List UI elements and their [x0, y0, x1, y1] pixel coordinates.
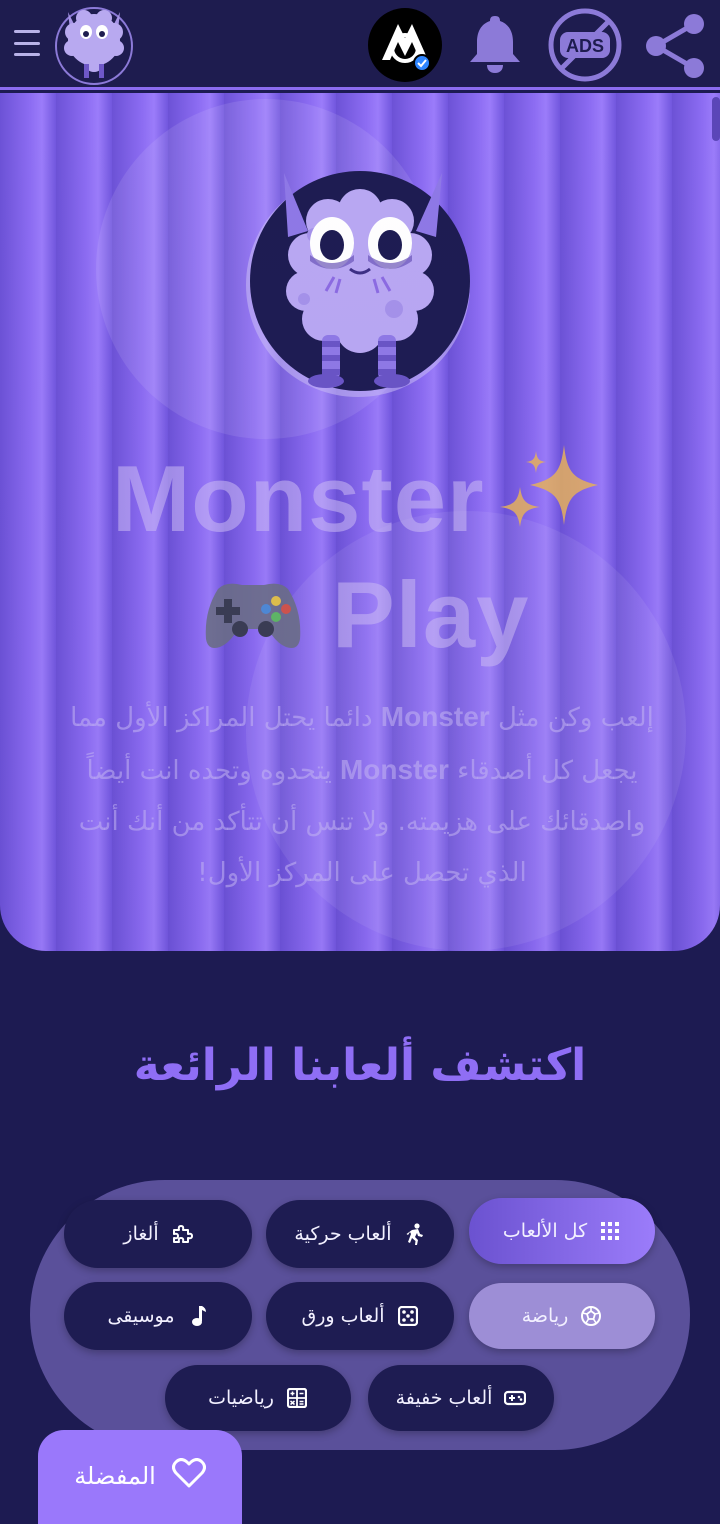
scrollbar-thumb[interactable]	[712, 97, 720, 141]
app-page: ADS Monster Play إلعب وكن مثل Monster دا…	[0, 0, 720, 1524]
no-ads-button[interactable]: ADS	[546, 6, 624, 84]
desc-brand: Monster	[339, 754, 449, 785]
category-casual-games-button[interactable]: ألعاب خفيفة	[368, 1365, 554, 1431]
hero-title: Monster Play	[0, 443, 720, 673]
heart-icon	[171, 1458, 206, 1494]
category-label: رياضة	[521, 1305, 569, 1327]
section-title: اكتشف ألعابنا الرائعة	[133, 1040, 587, 1091]
bell-icon[interactable]	[466, 12, 524, 76]
favorites-label: المفضلة	[74, 1462, 156, 1490]
grid-icon	[599, 1220, 621, 1242]
running-icon	[404, 1223, 426, 1245]
calculator-icon	[286, 1387, 308, 1409]
hero-title-line2: Play	[332, 562, 530, 667]
monster-logo-icon[interactable]	[54, 2, 134, 88]
favorites-button[interactable]: المفضلة	[38, 1430, 242, 1524]
music-note-icon	[187, 1305, 209, 1327]
decorative-circle	[246, 511, 686, 951]
category-label: موسيقى	[107, 1305, 175, 1327]
desc-text: دائما يحتل المراكز الأول مما يجعل كل أصد…	[70, 703, 638, 786]
desc-brand: Monster	[380, 701, 490, 732]
monster-mascot-icon	[244, 159, 474, 399]
gamepad-icon	[198, 563, 308, 657]
category-math-button[interactable]: رياضيات	[165, 1365, 351, 1431]
category-label: رياضيات	[208, 1387, 274, 1409]
category-label: ألعاب خفيفة	[395, 1387, 493, 1409]
hero-banner: Monster Play إلعب وكن مثل Monster دائما …	[0, 93, 720, 951]
dice-icon	[397, 1305, 419, 1327]
soccer-ball-icon	[580, 1305, 602, 1327]
decorative-circle	[96, 99, 436, 439]
share-icon[interactable]	[640, 12, 710, 80]
verified-channel-logo-icon[interactable]	[368, 8, 442, 82]
hero-title-line1: Monster	[112, 446, 485, 551]
category-sports-button[interactable]: رياضة	[469, 1283, 655, 1349]
desc-text: إلعب وكن مثل	[489, 703, 654, 733]
category-label: ألعاب ورق	[301, 1305, 385, 1327]
category-card-games-button[interactable]: ألعاب ورق	[266, 1282, 454, 1350]
category-puzzles-button[interactable]: ألغاز	[64, 1200, 252, 1268]
hamburger-icon[interactable]	[12, 26, 42, 60]
top-bar: ADS	[0, 0, 720, 90]
category-all-games-button[interactable]: كل الألعاب	[469, 1198, 655, 1264]
category-music-button[interactable]: موسيقى	[64, 1282, 252, 1350]
category-action-games-button[interactable]: ألعاب حركية	[266, 1200, 454, 1268]
hero-description: إلعب وكن مثل Monster دائما يحتل المراكز …	[66, 691, 658, 899]
ads-label: ADS	[566, 36, 604, 56]
gamepad-icon	[504, 1387, 527, 1409]
category-label: ألعاب حركية	[294, 1223, 392, 1245]
category-label: ألغاز	[123, 1223, 159, 1245]
sparkles-icon	[498, 443, 602, 547]
desc-text: يتحدوه وتحده انت أيضاً واصدقائك على هزيم…	[78, 756, 646, 888]
puzzle-icon	[171, 1223, 193, 1245]
category-label: كل الألعاب	[502, 1220, 588, 1242]
